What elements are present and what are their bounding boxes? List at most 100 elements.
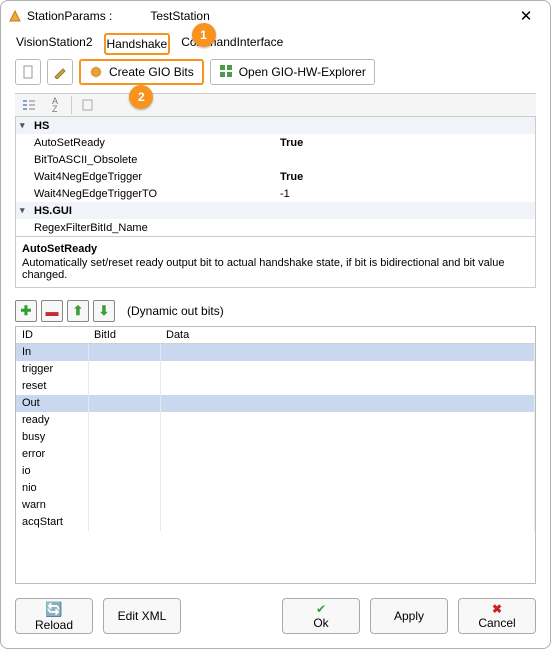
cell-id[interactable]: busy [16,429,88,446]
cell-id[interactable]: Out [16,395,88,412]
cell-data[interactable] [160,497,535,514]
edit-button[interactable] [47,59,73,85]
move-down-button[interactable]: ⬇ [93,300,115,322]
cell-data[interactable] [160,429,535,446]
alphabetical-view-button[interactable]: AZ [45,96,65,114]
prop-value[interactable]: -1 [280,188,531,200]
dynamic-bits-table[interactable]: ID BitId Data IntriggerresetOutreadybusy… [16,327,535,531]
dynamic-bits-toolbar: ✚ ▬ ⬆ ⬇ (Dynamic out bits) [15,300,536,322]
cancel-icon: ✖ [492,602,502,616]
col-id[interactable]: ID [16,327,88,344]
col-bitid[interactable]: BitId [88,327,160,344]
cell-data[interactable] [160,463,535,480]
cell-id[interactable]: nio [16,480,88,497]
cancel-button[interactable]: ✖ Cancel [458,598,536,634]
cell-bitid[interactable] [88,412,160,429]
open-gio-explorer-button[interactable]: Open GIO-HW-Explorer [210,59,375,85]
cell-data[interactable] [160,378,535,395]
table-row[interactable]: warn [16,497,535,514]
table-row[interactable]: trigger [16,361,535,378]
property-help: AutoSetReady Automatically set/reset rea… [16,236,535,287]
help-text: Automatically set/reset ready output bit… [22,257,529,281]
cell-bitid[interactable] [88,395,160,412]
reload-icon: 🔄 [45,601,62,618]
cell-data[interactable] [160,480,535,497]
cell-data[interactable] [160,344,535,361]
badge-1: 1 [192,23,216,47]
col-data[interactable]: Data [160,327,535,344]
table-row[interactable]: ready [16,412,535,429]
cell-id[interactable]: trigger [16,361,88,378]
cell-data[interactable] [160,446,535,463]
prop-label: AutoSetReady [20,137,280,149]
add-row-button[interactable]: ✚ [15,300,37,322]
cell-id[interactable]: acqStart [16,514,88,531]
cell-bitid[interactable] [88,480,160,497]
cell-bitid[interactable] [88,514,160,531]
cell-id[interactable]: reset [16,378,88,395]
cell-data[interactable] [160,514,535,531]
cell-bitid[interactable] [88,344,160,361]
prop-bittoascii[interactable]: BitToASCII_Obsolete [16,151,535,168]
ok-button[interactable]: ✔ Ok [282,598,360,634]
cancel-label: Cancel [478,616,515,630]
apply-button[interactable]: Apply [370,598,448,634]
property-pages-button[interactable] [78,96,98,114]
sort-az-icon: AZ [52,97,58,113]
create-gio-bits-button[interactable]: Create GIO Bits 2 [79,59,204,85]
new-doc-button[interactable] [15,59,41,85]
table-row[interactable]: reset [16,378,535,395]
tab-bar: VisionStation2 Handshake 1 CommandInterf… [15,33,536,55]
title-suffix: TestStation [150,9,209,23]
cell-data[interactable] [160,361,535,378]
window-close-button[interactable]: ✕ [508,2,544,30]
cell-bitid[interactable] [88,446,160,463]
cell-bitid[interactable] [88,378,160,395]
prop-regexfilter[interactable]: RegexFilterBitId_Name [16,219,535,236]
cell-id[interactable]: In [16,344,88,361]
move-up-button[interactable]: ⬆ [67,300,89,322]
footer-buttons: 🔄 Reload Edit XML ✔ Ok Apply ✖ Cancel [15,598,536,634]
pages-icon [81,98,95,112]
table-row[interactable]: Out [16,395,535,412]
reload-button[interactable]: 🔄 Reload [15,598,93,634]
cell-bitid[interactable] [88,463,160,480]
cell-id[interactable]: warn [16,497,88,514]
prop-value[interactable]: True [280,137,531,149]
ok-label: Ok [313,616,328,630]
table-row[interactable]: nio [16,480,535,497]
prop-wait4negedge[interactable]: Wait4NegEdgeTrigger True [16,168,535,185]
category-icon [22,98,36,112]
collapse-icon[interactable]: ▾ [20,205,34,216]
collapse-icon[interactable]: ▾ [20,120,34,131]
category-hs[interactable]: ▾ HS [16,117,535,134]
cell-id[interactable]: io [16,463,88,480]
cell-data[interactable] [160,412,535,429]
cell-id[interactable]: error [16,446,88,463]
table-row[interactable]: error [16,446,535,463]
tab-handshake[interactable]: Handshake 1 [104,33,171,55]
table-row[interactable]: In [16,344,535,361]
table-row[interactable]: acqStart [16,514,535,531]
table-row[interactable]: busy [16,429,535,446]
prop-value[interactable]: True [280,171,531,183]
category-hs-gui[interactable]: ▾ HS.GUI [16,202,535,219]
cell-id[interactable]: ready [16,412,88,429]
prop-autosetready[interactable]: AutoSetReady True [16,134,535,151]
table-row[interactable]: io [16,463,535,480]
categorized-view-button[interactable] [19,96,39,114]
category-hs-label: HS [34,120,294,132]
prop-wait4negedgeto[interactable]: Wait4NegEdgeTriggerTO -1 [16,185,535,202]
burst-icon [89,65,103,79]
apply-label: Apply [394,609,424,623]
cell-bitid[interactable] [88,497,160,514]
reload-label: Reload [35,618,73,632]
document-icon [21,65,35,79]
cell-bitid[interactable] [88,361,160,378]
remove-row-button[interactable]: ▬ [41,300,63,322]
edit-xml-button[interactable]: Edit XML [103,598,181,634]
cell-data[interactable] [160,395,535,412]
tab-visionstation2[interactable]: VisionStation2 [15,33,94,55]
title-prefix: StationParams : [27,9,112,23]
cell-bitid[interactable] [88,429,160,446]
